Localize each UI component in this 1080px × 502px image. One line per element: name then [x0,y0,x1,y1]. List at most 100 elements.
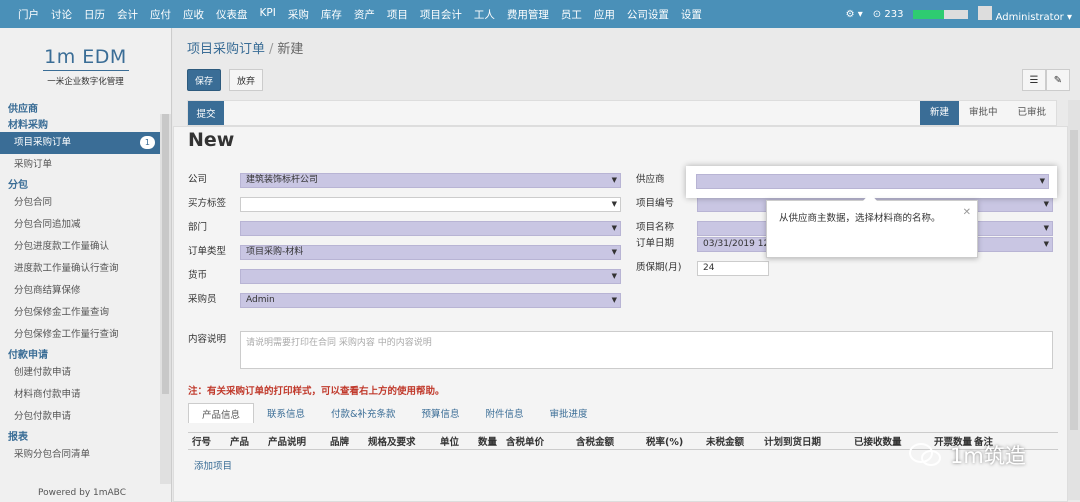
form-field[interactable]: Admin ▼ [240,293,621,308]
notifications[interactable]: ⊙ 233 [873,9,904,20]
sidebar-section-title[interactable]: 材料采购 [0,116,171,132]
sidebar-item[interactable]: 分包保修金工作量行查询 [0,324,171,346]
topnav-item[interactable]: 应用 [588,7,621,22]
form-view-icon[interactable]: ✎ [1046,69,1070,91]
form-field[interactable]: 项目采购-材料 ▼ [240,245,621,260]
sidebar-item-label: 分包保修金工作量行查询 [14,329,119,340]
topnav-item[interactable]: 日历 [78,7,111,22]
topnav-item[interactable]: 讨论 [45,7,78,22]
field-value: 03/31/2019 12 [703,239,770,249]
sidebar-item[interactable]: 采购订单 [0,154,171,176]
form-tabs: 产品信息 联系信息 付款&补充条款 预算信息 附件信息 审批进度 [188,403,601,423]
breadcrumb-parent[interactable]: 项目采购订单 [187,42,265,57]
logo-tagline: 一米企业数字化管理 [47,77,124,87]
dropdown-caret-icon: ▼ [611,176,617,184]
column-header: 含税金额 [576,437,615,448]
sidebar-item[interactable]: 分包进度款工作量确认 [0,236,171,258]
dropdown-caret-icon: ▼ [1043,240,1049,248]
field-value: 建筑装饰标杆公司 [246,175,319,185]
stage-item[interactable]: 新建 [919,101,959,125]
tooltip-arrow [863,193,877,201]
field-value: 24 [703,263,715,273]
topnav-item[interactable]: 工人 [468,7,501,22]
stage-item[interactable]: 已审批 [1007,101,1056,125]
sidebar-section-title[interactable]: 分包 [0,176,171,192]
topnav-item[interactable]: 应收 [177,7,210,22]
status-bar-fill [913,9,944,19]
stage-bar: 新建 审批中 已审批 [919,101,1056,125]
topnav-item[interactable]: 库存 [315,7,348,22]
field-label: 部门 [188,222,208,233]
dropdown-caret-icon: ▼ [611,200,617,208]
topnav-item[interactable]: 员工 [555,7,588,22]
description-label: 内容说明 [188,334,227,345]
field-label: 公司 [188,174,208,185]
sidebar-item[interactable]: 分包商结算保修 [0,280,171,302]
topnav-item[interactable]: KPI [254,7,282,22]
field-value: Admin [246,295,275,305]
form-tab[interactable]: 联系信息 [254,403,318,423]
breadcrumb-current: 新建 [277,42,304,57]
sidebar-item-label: 材料商付款申请 [14,389,81,400]
sidebar-item-label: 创建付款申请 [14,367,72,378]
sidebar-item-label: 分包合同追加减 [14,219,81,230]
topnav-item[interactable]: 门户 [12,7,45,22]
topnav-item[interactable]: 项目 [381,7,414,22]
topnav-item[interactable]: 公司设置 [621,7,675,22]
sidebar-item[interactable]: 分包合同追加减 [0,214,171,236]
sidebar-item[interactable]: 创建付款申请 [0,362,171,384]
submit-button[interactable]: 提交 [188,101,224,125]
form-tab[interactable]: 产品信息 [188,403,255,423]
sidebar: 1m EDM 一米企业数字化管理 供应商 材料采购 项目采购订单 1 采购订单 分包 分包合… [0,28,172,502]
discard-button[interactable]: 放弃 [229,69,263,91]
topnav-item[interactable]: 仪表盘 [210,7,254,22]
add-item-link[interactable]: 添加项目 [194,458,232,472]
topnav-item[interactable]: 资产 [348,7,381,22]
sidebar-item[interactable]: 分包保修金工作量查询 [0,302,171,324]
topnav-item[interactable]: 设置 [675,7,708,22]
status-bar [913,9,969,19]
topnav-item[interactable]: 会计 [111,7,144,22]
sidebar-scrollbar[interactable] [160,114,171,484]
form-tab[interactable]: 附件信息 [472,403,536,423]
user-menu[interactable]: Administrator ▾ [978,5,1072,23]
form-field[interactable]: ▼ [240,197,621,212]
dropdown-caret-icon: ▼ [1043,224,1049,232]
sidebar-item[interactable]: 进度款工作量确认行查询 [0,258,171,280]
form-tab[interactable]: 预算信息 [408,403,472,423]
form-tab[interactable]: 付款&补充条款 [318,403,408,423]
column-header: 数量 [478,437,498,448]
form-field[interactable]: 24 [697,261,769,276]
sidebar-section-title[interactable]: 供应商 [0,100,171,116]
form-field[interactable]: ▼ [240,269,621,284]
topnav-item[interactable]: 项目会计 [414,7,468,22]
list-view-icon[interactable]: ☰ [1022,69,1046,91]
topnav-item[interactable]: 应付 [144,7,177,22]
settings-menu[interactable]: ⚙ ▾ [846,9,863,20]
topnav-item[interactable]: 采购 [282,7,315,22]
main-scroll-thumb[interactable] [1070,130,1078,430]
close-icon[interactable]: ✕ [963,205,971,220]
column-header: 税率(%) [646,437,684,448]
sidebar-scroll-thumb[interactable] [162,114,169,394]
sidebar-item[interactable]: 采购分包合同清单 [0,444,171,466]
form-field[interactable]: 建筑装饰标杆公司 ▼ [240,173,621,188]
form-field[interactable]: ▼ [240,221,621,236]
field-label: 供应商 [636,174,665,185]
sidebar-item[interactable]: 分包付款申请 [0,406,171,428]
sidebar-section-title[interactable]: 付款申请 [0,346,171,362]
description-field[interactable]: 请说明需要打印在合同 采购内容 中的内容说明 [240,331,1053,369]
field-label: 项目编号 [636,198,675,209]
save-button[interactable]: 保存 [187,69,221,91]
sidebar-item[interactable]: 分包合同 [0,192,171,214]
column-header: 单位 [440,437,460,448]
sidebar-item[interactable]: 材料商付款申请 [0,384,171,406]
sidebar-item-label: 分包合同 [14,197,53,208]
sidebar-section-title[interactable]: 报表 [0,428,171,444]
sidebar-item[interactable]: 项目采购订单 1 [0,132,171,154]
supplier-field-focused[interactable]: ▼ [696,174,1049,189]
topnav-item[interactable]: 费用管理 [501,7,555,22]
stage-item[interactable]: 审批中 [959,101,1008,125]
form-tab[interactable]: 审批进度 [536,403,600,423]
main-scrollbar[interactable] [1068,100,1080,500]
